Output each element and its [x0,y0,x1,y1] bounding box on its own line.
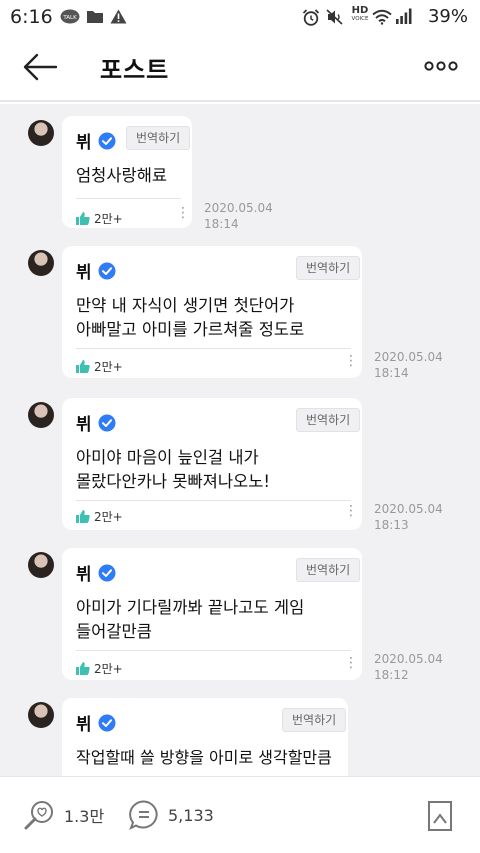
comment-count: 5,133 [168,805,214,825]
thumbs-up-icon [76,212,90,225]
avatar[interactable] [28,250,54,276]
bookmark-icon[interactable] [428,801,452,831]
author-name: 뷔 [76,133,92,153]
post-bubble: 뷔 번역하기 작업할때 쓸 방향을 아미로 생각할만큼 [62,698,348,776]
comment-button[interactable]: 5,133 [128,799,214,831]
post-menu-icon[interactable]: ⋮ [344,656,358,670]
verified-badge-icon [98,414,116,431]
folder-icon [87,11,103,23]
avatar[interactable] [28,552,54,578]
kakaotalk-icon: TALK [60,9,80,24]
divider [76,650,351,651]
timestamp: 2020.05.04 18:14 [204,201,273,231]
avatar[interactable] [28,702,54,728]
warning-icon [110,9,127,24]
timestamp: 2020.05.04 18:14 [374,350,443,380]
alarm-icon [302,9,320,26]
avatar[interactable] [28,120,54,146]
verified-badge-icon [98,132,116,149]
wifi-icon [372,9,392,25]
thumbs-up-icon [76,360,90,373]
status-bar: 6:16 TALK HD VOICE 39% [0,0,480,34]
page-title: 포스트 [100,56,170,84]
post-bubble: 뷔 번역하기 아미야 마음이 늪인걸 내가 몰랐다안카나 못빠져나오노! 2만+… [62,398,362,530]
post-text: 엄청사랑해료 [76,166,168,185]
like-count: 2만+ [94,510,123,524]
comment-bubble-icon [129,800,158,831]
status-time: 6:16 [10,6,53,28]
app-header: 포스트 [0,34,480,102]
translate-button[interactable]: 번역하기 [126,126,191,150]
post-bubble: 뷔 번역하기 아미가 기다릴까봐 끝나고도 게임 들어갈만큼 2만+ ⋮ [62,548,362,680]
post-text: 아미가 기다릴까봐 끝나고도 게임 들어갈만큼 [76,598,305,641]
post-text: 아미야 마음이 늪인걸 내가 몰랐다안카나 못빠져나오노! [76,448,271,491]
post-menu-icon[interactable]: ⋮ [344,504,358,518]
like-button[interactable]: 2만+ [76,660,123,677]
bottom-action-bar: 1.3만 5,133 [0,776,480,853]
like-count: 2만+ [94,662,123,676]
post-menu-icon[interactable]: ⋮ [344,354,358,368]
timestamp: 2020.05.04 18:13 [374,502,443,532]
divider [76,198,181,199]
verified-badge-icon [98,714,116,731]
post-text: 작업할때 쓸 방향을 아미로 생각할만큼 [76,748,332,767]
thumbs-up-icon [76,662,90,675]
divider [76,348,351,349]
verified-badge-icon [98,262,116,279]
timestamp: 2020.05.04 18:12 [374,652,443,682]
like-button[interactable]: 2만+ [76,358,123,375]
thumbs-up-icon [76,510,90,523]
post-menu-icon[interactable]: ⋮ [176,206,190,220]
svg-text:TALK: TALK [62,15,77,21]
signal-icon [396,8,412,24]
author-name: 뷔 [76,415,92,435]
author-name: 뷔 [76,565,92,585]
hd-voice-icon: HD VOICE [351,5,369,23]
back-arrow-icon[interactable] [22,52,58,82]
mute-icon [326,9,343,25]
verified-badge-icon [98,564,116,581]
translate-button[interactable]: 번역하기 [296,408,361,432]
like-button[interactable]: 2만+ [76,508,123,525]
like-count: 2만+ [94,212,123,226]
post-text: 만약 내 자식이 생기면 첫단어가 아빠말고 아미를 가르쳐줄 정도로 [76,296,305,339]
like-button[interactable]: 2만+ [76,210,123,227]
battery-percent: 39% [427,6,468,27]
post-bubble: 뷔 번역하기 만약 내 자식이 생기면 첫단어가 아빠말고 아미를 가르쳐줄 정… [62,246,362,378]
total-likes-count: 1.3만 [64,807,105,826]
translate-button[interactable]: 번역하기 [296,256,361,280]
like-count: 2만+ [94,360,123,374]
more-options-icon[interactable] [424,58,458,74]
post-feed[interactable]: 뷔 번역하기 엄청사랑해료 2만+ ⋮ 2020.05.04 18:14 뷔 번… [0,104,480,776]
translate-button[interactable]: 번역하기 [296,558,361,582]
post-bubble: 뷔 번역하기 엄청사랑해료 2만+ ⋮ [62,116,192,228]
divider [76,500,351,501]
like-action-button[interactable]: 1.3만 [22,799,104,831]
author-name: 뷔 [76,263,92,283]
author-name: 뷔 [76,715,92,735]
magnifier-heart-icon [24,801,53,830]
avatar[interactable] [28,402,54,428]
translate-button[interactable]: 번역하기 [282,708,347,732]
